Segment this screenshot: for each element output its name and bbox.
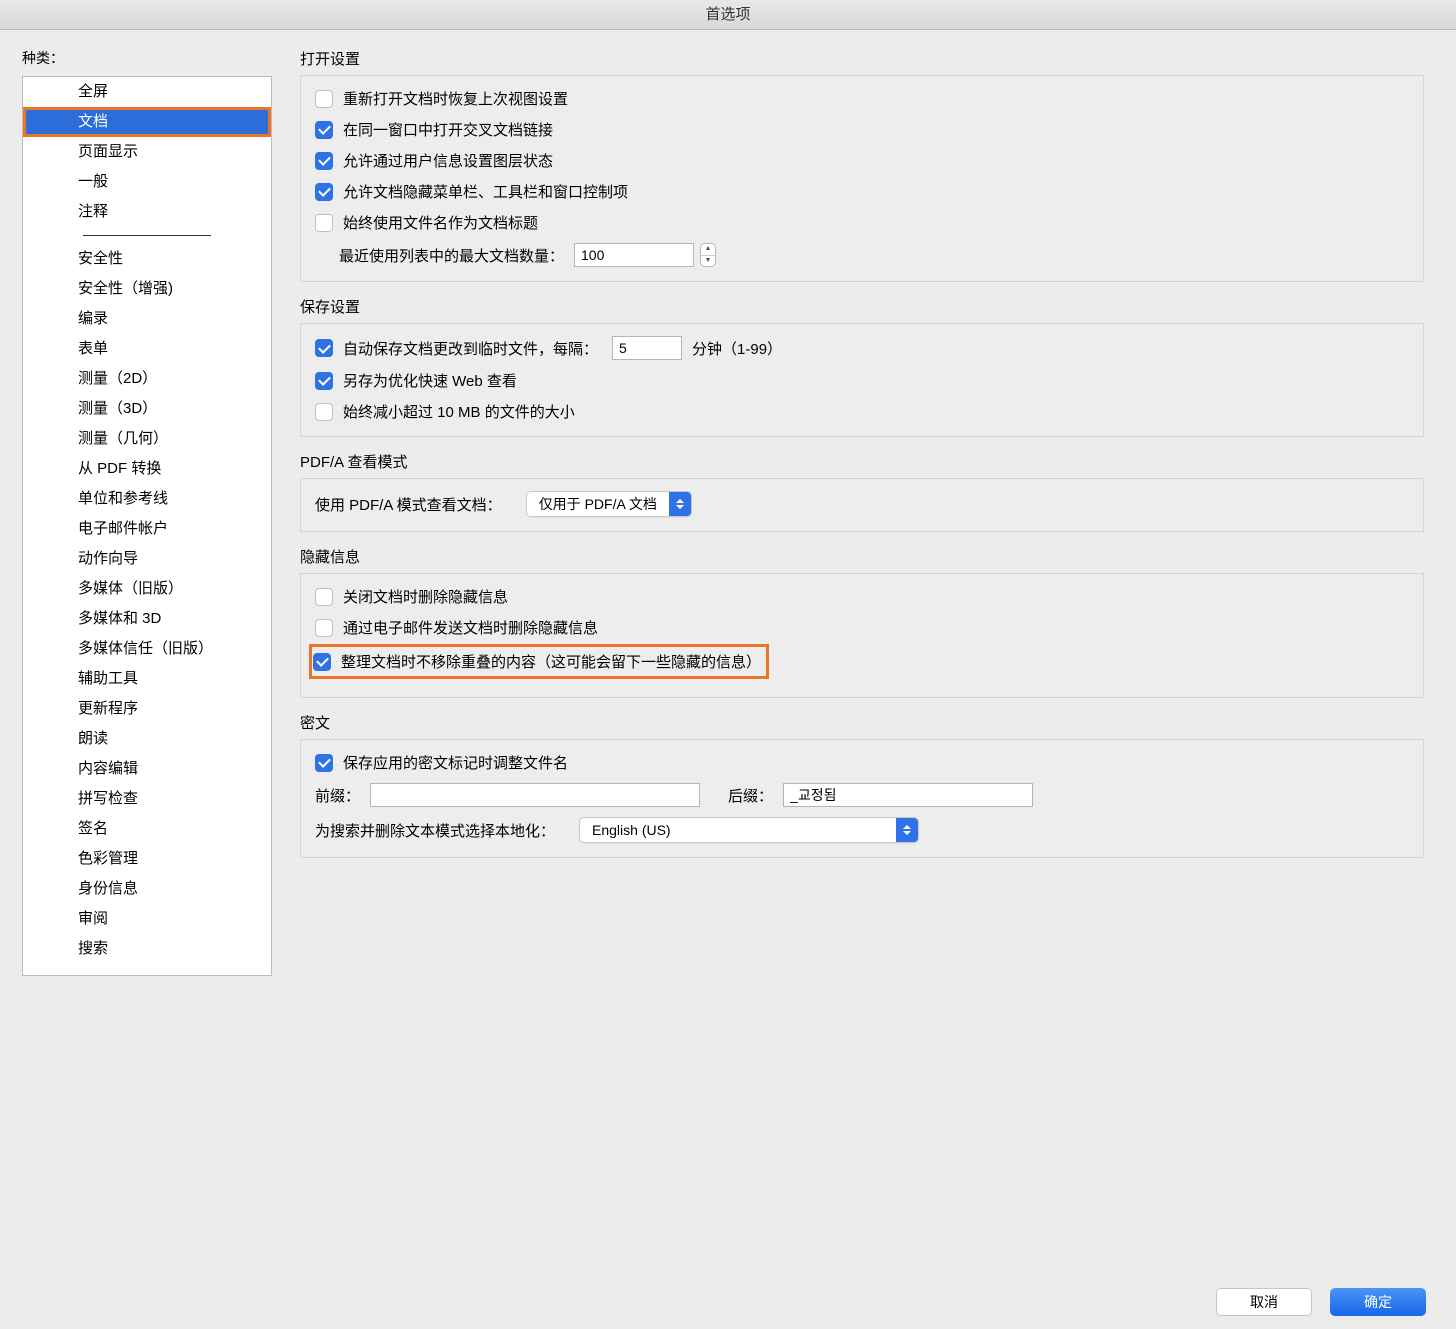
chevron-updown-icon [669, 492, 691, 516]
sidebar-item-catalog[interactable]: 编录 [23, 304, 271, 334]
sidebar-item-measure-geo[interactable]: 测量（几何） [23, 424, 271, 454]
prefix-label: 前缀： [315, 785, 360, 806]
section-redact: 保存应用的密文标记时调整文件名 前缀： 后缀： 为搜索并删除文本模式选择本地化：… [300, 739, 1424, 858]
section-hidden: 关闭文档时删除隐藏信息 通过电子邮件发送文档时删除隐藏信息 整理文档时不移除重叠… [300, 573, 1424, 698]
pdfa-mode-select[interactable]: 仅用于 PDF/A 文档 [526, 491, 692, 517]
sidebar-item-multimedia-3d[interactable]: 多媒体和 3D [23, 604, 271, 634]
sidebar-item-color[interactable]: 色彩管理 [23, 844, 271, 874]
stepper-down-icon[interactable]: ▼ [701, 256, 715, 267]
autosave-checkbox[interactable] [315, 339, 333, 357]
layer-state-label: 允许通过用户信息设置图层状态 [343, 150, 553, 171]
hidden-on-close-checkbox[interactable] [315, 588, 333, 606]
fast-web-label: 另存为优化快速 Web 查看 [343, 370, 517, 391]
overlap-checkbox[interactable] [313, 653, 331, 671]
section-pdfa: 使用 PDF/A 模式查看文档： 仅用于 PDF/A 文档 [300, 478, 1424, 532]
sidebar-item-page-display[interactable]: 页面显示 [23, 137, 271, 167]
sidebar-item-security-enhanced[interactable]: 安全性（增强) [23, 274, 271, 304]
hidden-on-close-label: 关闭文档时删除隐藏信息 [343, 586, 508, 607]
sidebar-item-updater[interactable]: 更新程序 [23, 694, 271, 724]
sidebar-item-email[interactable]: 电子邮件帐户 [23, 514, 271, 544]
section-open: 重新打开文档时恢复上次视图设置 在同一窗口中打开交叉文档链接 允许通过用户信息设… [300, 75, 1424, 282]
prefix-input[interactable] [370, 783, 700, 807]
restore-view-label: 重新打开文档时恢复上次视图设置 [343, 88, 568, 109]
section-save-title: 保存设置 [300, 296, 1424, 317]
sidebar-item-units[interactable]: 单位和参考线 [23, 484, 271, 514]
sidebar-item-documents[interactable]: 文档 [23, 107, 271, 137]
sidebar-item-signatures[interactable]: 签名 [23, 814, 271, 844]
sidebar-item-identity[interactable]: 身份信息 [23, 874, 271, 904]
autosave-input[interactable] [612, 336, 682, 360]
use-filename-label: 始终使用文件名作为文档标题 [343, 212, 538, 233]
sidebar-divider [83, 235, 211, 236]
adjust-filename-label: 保存应用的密文标记时调整文件名 [343, 752, 568, 773]
sidebar-item-commenting[interactable]: 注释 [23, 197, 271, 227]
hide-ui-label: 允许文档隐藏菜单栏、工具栏和窗口控制项 [343, 181, 628, 202]
sidebar-item-multimedia-trust[interactable]: 多媒体信任（旧版） [23, 634, 271, 664]
localization-label: 为搜索并删除文本模式选择本地化： [315, 820, 555, 841]
sidebar-item-reading[interactable]: 朗读 [23, 724, 271, 754]
hide-ui-checkbox[interactable] [315, 183, 333, 201]
sidebar-item-action-wizard[interactable]: 动作向导 [23, 544, 271, 574]
overlap-label: 整理文档时不移除重叠的内容（这可能会留下一些隐藏的信息） [341, 651, 761, 672]
sidebar-item-measure-2d[interactable]: 测量（2D） [23, 364, 271, 394]
reduce-size-label: 始终减小超过 10 MB 的文件的大小 [343, 401, 575, 422]
hidden-on-email-checkbox[interactable] [315, 619, 333, 637]
pdfa-mode-label: 使用 PDF/A 模式查看文档： [315, 494, 502, 515]
section-open-title: 打开设置 [300, 48, 1424, 69]
reduce-size-checkbox[interactable] [315, 403, 333, 421]
section-hidden-title: 隐藏信息 [300, 546, 1424, 567]
stepper-up-icon[interactable]: ▲ [701, 244, 715, 256]
sidebar-item-accessibility[interactable]: 辅助工具 [23, 664, 271, 694]
autosave-suffix: 分钟（1-99） [692, 338, 782, 359]
section-redact-title: 密文 [300, 712, 1424, 733]
section-pdfa-title: PDF/A 查看模式 [300, 451, 1424, 472]
localization-select[interactable]: English (US) [579, 817, 919, 843]
ok-button[interactable]: 确定 [1330, 1288, 1426, 1316]
section-save: 自动保存文档更改到临时文件，每隔： 分钟（1-99） 另存为优化快速 Web 查… [300, 323, 1424, 437]
fast-web-checkbox[interactable] [315, 372, 333, 390]
sidebar-item-general[interactable]: 一般 [23, 167, 271, 197]
sidebar-item-search[interactable]: 搜索 [23, 934, 271, 964]
sidebar-item-security[interactable]: 安全性 [23, 244, 271, 274]
sidebar-item-measure-3d[interactable]: 测量（3D） [23, 394, 271, 424]
use-filename-checkbox[interactable] [315, 214, 333, 232]
window-title: 首选项 [0, 0, 1456, 30]
sidebar-item-spelling[interactable]: 拼写检查 [23, 784, 271, 814]
recent-docs-stepper[interactable]: ▲ ▼ [700, 243, 716, 267]
cancel-button[interactable]: 取消 [1216, 1288, 1312, 1316]
sidebar-item-multimedia-legacy[interactable]: 多媒体（旧版） [23, 574, 271, 604]
sidebar-item-review[interactable]: 审阅 [23, 904, 271, 934]
localization-value: English (US) [580, 822, 896, 838]
adjust-filename-checkbox[interactable] [315, 754, 333, 772]
sidebar-item-forms[interactable]: 表单 [23, 334, 271, 364]
cross-doc-checkbox[interactable] [315, 121, 333, 139]
recent-docs-input[interactable] [574, 243, 694, 267]
restore-view-checkbox[interactable] [315, 90, 333, 108]
hidden-on-email-label: 通过电子邮件发送文档时删除隐藏信息 [343, 617, 598, 638]
layer-state-checkbox[interactable] [315, 152, 333, 170]
suffix-label: 后缀： [728, 785, 773, 806]
categories-label: 种类： [22, 48, 272, 68]
autosave-label: 自动保存文档更改到临时文件，每隔： [343, 338, 598, 359]
sidebar-item-convert-from-pdf[interactable]: 从 PDF 转换 [23, 454, 271, 484]
sidebar-item-fullscreen[interactable]: 全屏 [23, 77, 271, 107]
recent-docs-label: 最近使用列表中的最大文档数量： [339, 245, 564, 266]
pdfa-mode-value: 仅用于 PDF/A 文档 [527, 494, 669, 514]
suffix-input[interactable] [783, 783, 1033, 807]
cross-doc-label: 在同一窗口中打开交叉文档链接 [343, 119, 553, 140]
chevron-updown-icon [896, 818, 918, 842]
sidebar-item-content-editing[interactable]: 内容编辑 [23, 754, 271, 784]
categories-list[interactable]: 全屏 文档 页面显示 一般 注释 安全性 安全性（增强) 编录 表单 测量（2D… [22, 76, 272, 976]
